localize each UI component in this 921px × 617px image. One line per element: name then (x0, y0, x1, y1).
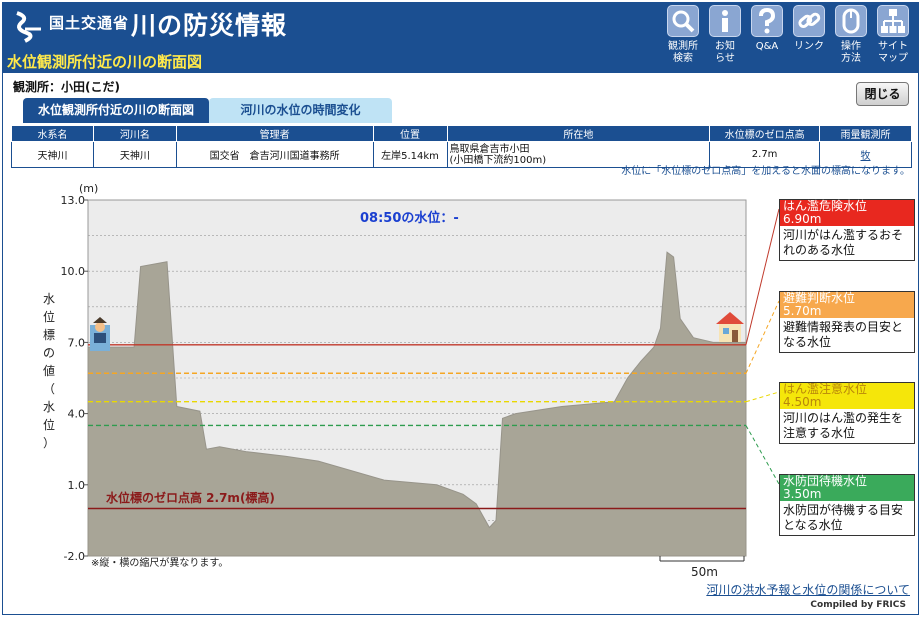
level-value: 4.50m (783, 395, 822, 409)
y-tick-label: 13.0 (61, 194, 86, 207)
close-button[interactable]: 閉じる (856, 82, 909, 106)
column-header: 雨量観測所 (819, 125, 912, 142)
question-icon (751, 5, 783, 37)
nav-news-button[interactable]: お知 らせ (705, 5, 745, 71)
y-axis-label-char: （ (43, 382, 55, 396)
y-axis-label-char: 水 (43, 292, 55, 306)
page-frame: 国土交通省 川の防災情報 水位観測所付近の川の断面図 観測所 検索 お知 らせ … (2, 2, 919, 615)
nav-label: マップ (878, 53, 908, 64)
nav-label: 検索 (673, 53, 693, 64)
y-axis-label-char: の (43, 346, 55, 360)
level-value: 3.50m (783, 487, 822, 501)
nav-sitemap-button[interactable]: サイト マップ (873, 5, 913, 71)
position-cell: 左岸5.14km (372, 141, 448, 168)
chart-title: 08:50の水位：- (360, 210, 459, 226)
level-connectors (745, 208, 780, 485)
nav-label: サイト (878, 41, 908, 52)
y-axis-label-char: 値 (43, 363, 55, 378)
level-description: 水防団が待機する目安となる水位 (780, 501, 914, 535)
link-icon (793, 5, 825, 37)
scale-bar (659, 556, 745, 562)
river-name-cell: 天神川 (92, 141, 177, 168)
mouse-icon (835, 5, 867, 37)
column-header: 水位標のゼロ点高 (709, 125, 821, 142)
nav-station-search-button[interactable]: 観測所 検索 (663, 5, 703, 71)
y-axis-label-char: 位 (43, 417, 55, 432)
level-name: 避難判断水位 (783, 291, 856, 305)
y-tick-label: 7.0 (68, 336, 86, 349)
level-connector (745, 208, 780, 345)
column-header: 管理者 (175, 125, 374, 142)
y-tick-label: -2.0 (64, 550, 85, 563)
station-name: 観測所：小田(こだ) (13, 80, 120, 94)
column-header: 河川名 (92, 125, 177, 142)
y-axis-label-char: 標 (43, 328, 55, 342)
level-connector (745, 425, 780, 485)
nav-label: 方法 (841, 53, 861, 64)
y-axis-label-char: ） (43, 436, 55, 450)
level-name: 水防団待機水位 (783, 474, 868, 488)
level-box-evacuation: 避難判断水位 5.70m 避難情報発表の目安となる水位 (779, 291, 915, 353)
table-header-row: 水系名 河川名 管理者 位置 所在地 水位標のゼロ点高 雨量観測所 (11, 125, 912, 142)
zero-point-label: 水位標のゼロ点高 2.7m(標高) (106, 490, 275, 505)
level-box-danger: はん濫危険水位 6.90m 河川がはん濫するおそれのある水位 (779, 199, 915, 261)
nav-label: らせ (715, 53, 735, 64)
nav-howto-button[interactable]: 操作 方法 (831, 5, 871, 71)
rain-station-link[interactable]: 牧 (861, 151, 871, 162)
nav-label: 操作 (841, 41, 861, 52)
y-tick-label: 4.0 (68, 408, 86, 421)
level-name: はん濫注意水位 (783, 382, 868, 396)
credit-text: Compiled by FRICS (810, 600, 906, 610)
level-value: 5.70m (783, 304, 822, 318)
manager-cell: 国交省 倉吉河川国道事務所 (175, 141, 374, 168)
scale-note: ※縦・横の縮尺が異なります。 (91, 556, 228, 569)
nav-faq-button[interactable]: Q&A (747, 5, 787, 71)
y-axis-ticks: 13.0 10.0 7.0 4.0 1.0 -2.0 (61, 194, 88, 563)
nav-label: 観測所 (668, 41, 698, 52)
level-description: 河川のはん濫の発生を注意する水位 (780, 409, 914, 443)
level-description: 避難情報発表の目安となる水位 (780, 318, 914, 352)
address-line: (小田橋下流約100m) (449, 154, 547, 166)
address-line: 鳥取県倉吉市小田 (449, 143, 530, 155)
level-box-warning: はん濫注意水位 4.50m 河川のはん濫の発生を注意する水位 (779, 382, 915, 444)
search-icon (667, 5, 699, 37)
level-connector (745, 300, 780, 374)
y-tick-label: 10.0 (61, 265, 86, 278)
column-header: 水系名 (11, 125, 94, 142)
level-connector (745, 391, 780, 403)
y-axis-label-char: 位 (43, 309, 55, 324)
scale-label: 50m (691, 565, 718, 579)
info-icon (709, 5, 741, 37)
nav-label: お知 (715, 41, 735, 52)
tab-time-change[interactable]: 河川の水位の時間変化 (209, 98, 392, 123)
page-subtitle: 水位観測所付近の川の断面図 (7, 53, 203, 71)
y-axis-label-char: 水 (43, 400, 55, 414)
nav-link-button[interactable]: リンク (789, 5, 829, 71)
level-value: 6.90m (783, 212, 822, 226)
ministry-logo-icon (16, 11, 41, 43)
nav-label: Q&A (755, 41, 779, 52)
flood-forecast-link[interactable]: 河川の洪水予報と水位の関係について (706, 581, 910, 598)
y-tick-label: 1.0 (68, 479, 86, 492)
river-system-cell: 天神川 (11, 141, 94, 168)
y-axis-label: 水位標の値（水位） (43, 292, 55, 450)
level-description: 河川がはん濫するおそれのある水位 (780, 226, 914, 260)
app-title: 川の防災情報 (131, 11, 288, 40)
sitemap-icon (877, 5, 909, 37)
level-name: はん濫危険水位 (783, 199, 868, 213)
tab-cross-section[interactable]: 水位観測所付近の川の断面図 (23, 98, 209, 123)
nav-label: リンク (794, 41, 824, 52)
column-header: 位置 (372, 125, 448, 142)
header: 国土交通省 川の防災情報 水位観測所付近の川の断面図 観測所 検索 お知 らせ … (3, 3, 918, 73)
column-header: 所在地 (446, 125, 711, 142)
ministry-name: 国土交通省 (49, 14, 130, 32)
level-box-standby: 水防団待機水位 3.50m 水防団が待機する目安となる水位 (779, 474, 915, 536)
